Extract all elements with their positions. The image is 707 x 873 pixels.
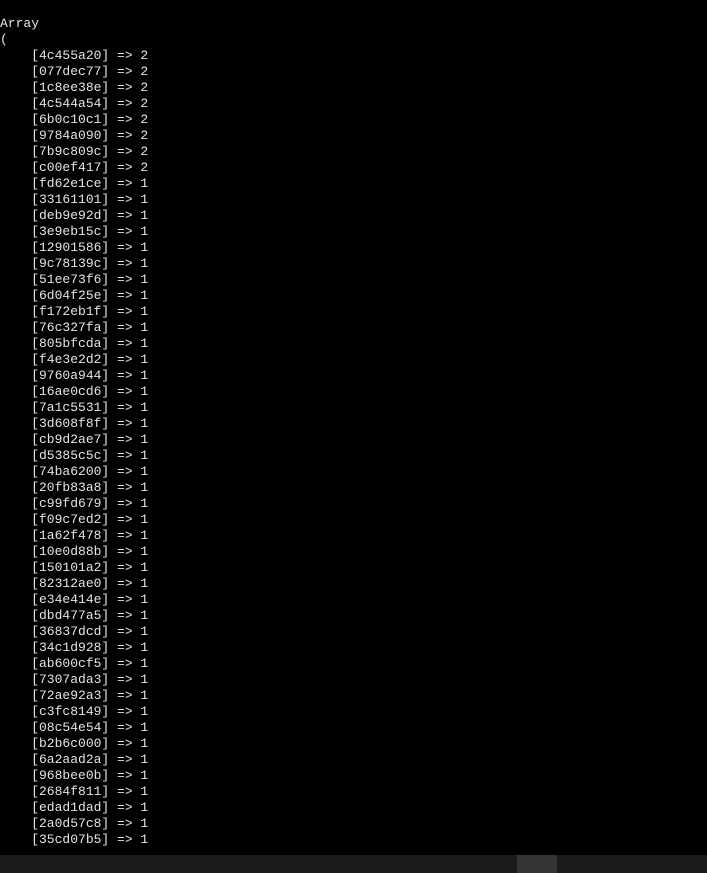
array-entry: [35cd07b5] => 1 (0, 832, 148, 847)
array-entry: [4c455a20] => 2 (0, 48, 148, 63)
array-entry: [deb9e92d] => 1 (0, 208, 148, 223)
status-bar (0, 855, 707, 873)
array-entry: [f4e3e2d2] => 1 (0, 352, 148, 367)
array-entry: [20fb83a8] => 1 (0, 480, 148, 495)
array-entry: [34c1d928] => 1 (0, 640, 148, 655)
array-entry: [f172eb1f] => 1 (0, 304, 148, 319)
array-entry: [3d608f8f] => 1 (0, 416, 148, 431)
array-entry: [74ba6200] => 1 (0, 464, 148, 479)
array-entry: [76c327fa] => 1 (0, 320, 148, 335)
array-entry: [3e9eb15c] => 1 (0, 224, 148, 239)
array-entry: [077dec77] => 2 (0, 64, 148, 79)
array-entry: [36837dcd] => 1 (0, 624, 148, 639)
array-entry: [51ee73f6] => 1 (0, 272, 148, 287)
array-entry: [9784a090] => 2 (0, 128, 148, 143)
status-bar-segment (517, 855, 557, 873)
array-entry: [10e0d88b] => 1 (0, 544, 148, 559)
array-entry: [c99fd679] => 1 (0, 496, 148, 511)
array-entry: [12901586] => 1 (0, 240, 148, 255)
open-paren: ( (0, 32, 8, 47)
array-entry: [ab600cf5] => 1 (0, 656, 148, 671)
array-entry: [7307ada3] => 1 (0, 672, 148, 687)
array-entry: [6b0c10c1] => 2 (0, 112, 148, 127)
array-entry: [4c544a54] => 2 (0, 96, 148, 111)
array-header: Array (0, 16, 39, 31)
array-entry: [d5385c5c] => 1 (0, 448, 148, 463)
array-entry: [e34e414e] => 1 (0, 592, 148, 607)
array-entry: [16ae0cd6] => 1 (0, 384, 148, 399)
array-entry: [7a1c5531] => 1 (0, 400, 148, 415)
array-entry: [72ae92a3] => 1 (0, 688, 148, 703)
array-entry: [6a2aad2a] => 1 (0, 752, 148, 767)
array-entry: [f09c7ed2] => 1 (0, 512, 148, 527)
array-entry: [968bee0b] => 1 (0, 768, 148, 783)
array-entry: [2a0d57c8] => 1 (0, 816, 148, 831)
array-entry: [1a62f478] => 1 (0, 528, 148, 543)
array-entry: [1c8ee38e] => 2 (0, 80, 148, 95)
array-entry: [c3fc8149] => 1 (0, 704, 148, 719)
array-entry: [33161101] => 1 (0, 192, 148, 207)
terminal-output[interactable]: Array ( [4c455a20] => 2 [077dec77] => 2 … (0, 0, 707, 873)
array-entry: [82312ae0] => 1 (0, 576, 148, 591)
array-entry: [6d04f25e] => 1 (0, 288, 148, 303)
array-entry: [fd62e1ce] => 1 (0, 176, 148, 191)
array-entry: [b2b6c000] => 1 (0, 736, 148, 751)
array-entry: [805bfcda] => 1 (0, 336, 148, 351)
array-entry: [9c78139c] => 1 (0, 256, 148, 271)
array-entry: [cb9d2ae7] => 1 (0, 432, 148, 447)
array-entry: [2684f811] => 1 (0, 784, 148, 799)
array-entry: [edad1dad] => 1 (0, 800, 148, 815)
array-entry: [7b9c809c] => 2 (0, 144, 148, 159)
array-entry: [150101a2] => 1 (0, 560, 148, 575)
array-entry: [dbd477a5] => 1 (0, 608, 148, 623)
array-entry: [c00ef417] => 2 (0, 160, 148, 175)
array-entry: [08c54e54] => 1 (0, 720, 148, 735)
array-entries: [4c455a20] => 2 [077dec77] => 2 [1c8ee38… (0, 48, 707, 848)
array-entry: [9760a944] => 1 (0, 368, 148, 383)
